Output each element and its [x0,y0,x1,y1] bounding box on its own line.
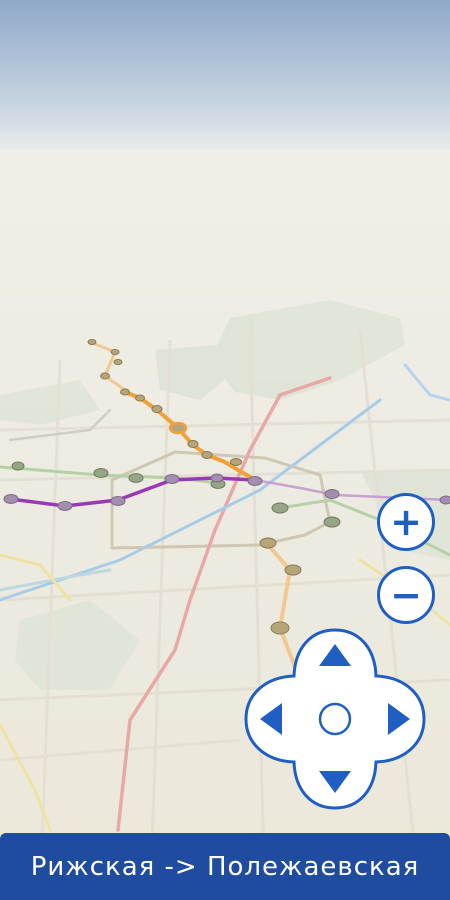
route-bar: Рижская -> Полежаевская [0,833,450,900]
minus-icon: − [390,573,422,617]
sky [0,0,450,165]
route-label: Рижская -> Полежаевская [30,851,420,882]
direction-pad[interactable] [244,628,426,810]
dpad-center-ring[interactable] [318,702,352,736]
selected-station [168,421,188,435]
zoom-out-button[interactable]: − [377,566,435,624]
plus-icon: + [390,500,422,544]
zoom-in-button[interactable]: + [377,493,435,551]
metro-3d-map-app: + − Рижская -> Полежаевская [0,0,450,900]
